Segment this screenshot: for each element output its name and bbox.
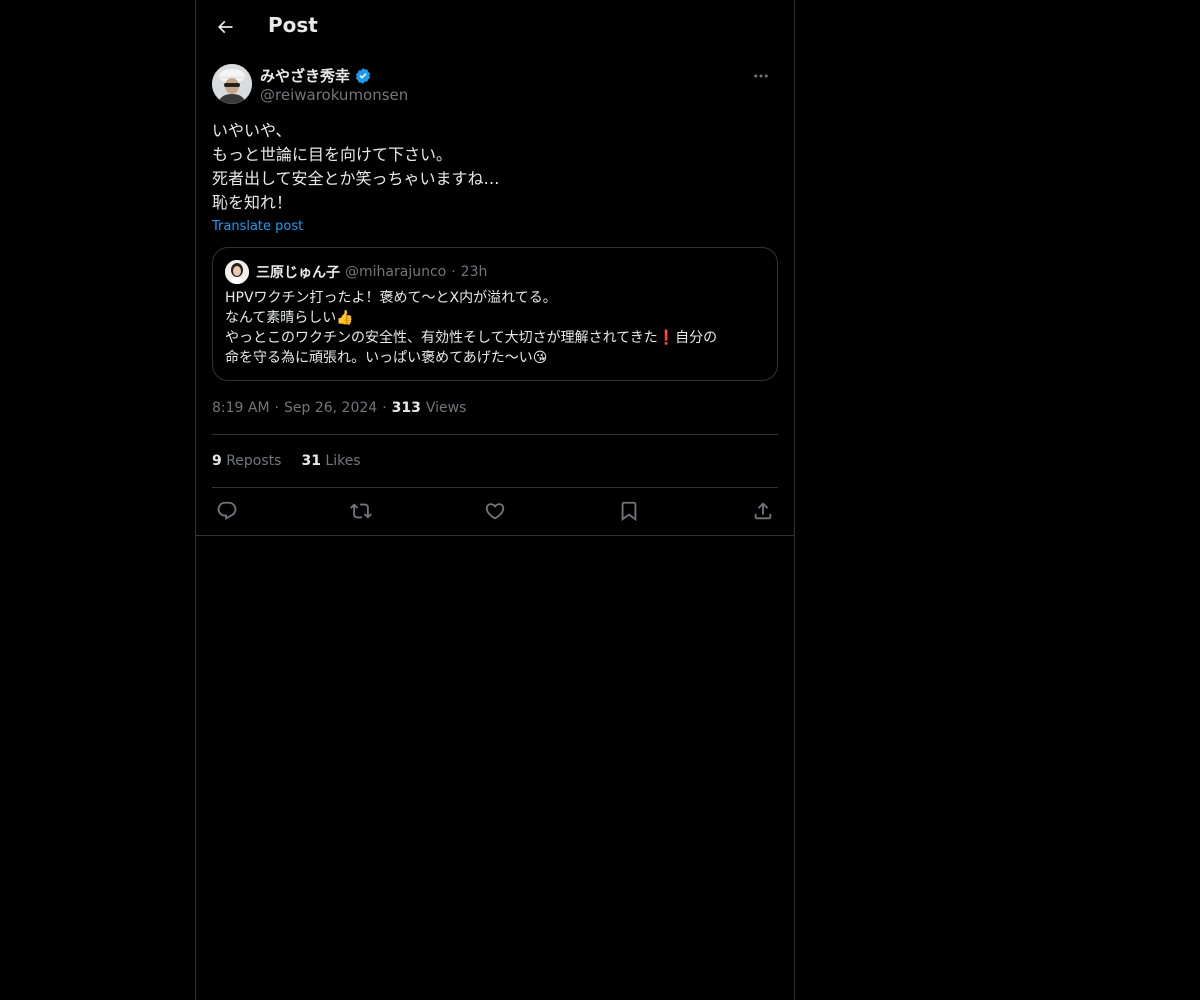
- heart-icon: [484, 500, 506, 522]
- separator-dot: ·: [451, 264, 456, 280]
- views-label: Views: [425, 400, 467, 416]
- author-display-name[interactable]: みやざき秀幸: [260, 65, 350, 86]
- quoted-post-header: 三原じゅん子 @miharajunco · 23h: [225, 260, 487, 284]
- reposts-stat[interactable]: 9 Reposts: [212, 453, 281, 469]
- likes-count: 31: [301, 453, 321, 469]
- post-text-line: もっと世論に目を向けて下さい。: [212, 145, 453, 164]
- quoted-post-time: 23h: [460, 264, 488, 280]
- quoted-text-line: なんて素晴らしい👍: [225, 310, 354, 326]
- author-name-group: みやざき秀幸: [260, 65, 372, 86]
- more-options-button[interactable]: [744, 64, 778, 88]
- author-avatar[interactable]: [212, 64, 252, 104]
- post-text: いやいや、 もっと世論に目を向けて下さい。 死者出して安全とか笑っちゃいますね……: [212, 119, 778, 215]
- author-handle[interactable]: @reiwarokumonsen: [260, 86, 408, 104]
- post-header: Post: [196, 0, 794, 54]
- like-button[interactable]: [480, 496, 510, 526]
- quoted-post-card[interactable]: 三原じゅん子 @miharajunco · 23h HPVワクチン打ったよ！褒め…: [212, 247, 778, 381]
- repost-icon: [350, 500, 372, 522]
- quoted-text-line: 命を守る為に頑張れ。いっぱい褒めてあげた〜い😘: [225, 350, 548, 366]
- separator-dot: ·: [382, 400, 387, 416]
- post-author: みやざき秀幸 @reiwarokumonsen: [212, 64, 778, 106]
- post-text-line: いやいや、: [212, 121, 292, 140]
- bookmark-icon: [618, 500, 640, 522]
- divider: [212, 487, 778, 488]
- post-date[interactable]: Sep 26, 2024: [284, 400, 377, 416]
- back-button[interactable]: [208, 10, 242, 44]
- post-stats: 9 Reposts 31 Likes: [212, 451, 361, 471]
- quoted-author-name[interactable]: 三原じゅん子: [256, 262, 340, 282]
- likes-stat[interactable]: 31 Likes: [301, 453, 360, 469]
- translate-post-link[interactable]: Translate post: [212, 219, 303, 234]
- quoted-author-avatar[interactable]: [225, 260, 249, 284]
- share-icon: [752, 500, 774, 522]
- quoted-author-handle[interactable]: @miharajunco: [345, 264, 446, 280]
- repost-button[interactable]: [346, 496, 376, 526]
- arrow-left-icon: [215, 17, 235, 37]
- more-horizontal-icon: [752, 67, 770, 85]
- share-button[interactable]: [748, 496, 778, 526]
- views-count: 313: [391, 400, 421, 416]
- reply-icon: [216, 500, 238, 522]
- divider: [212, 434, 778, 435]
- divider: [196, 535, 794, 536]
- reposts-label: Reposts: [226, 453, 282, 469]
- quoted-text-line: やっとこのワクチンの安全性、有効性そして大切さが理解されてきた❗️自分の: [225, 330, 718, 346]
- verified-badge-icon: [354, 67, 372, 85]
- page-title: Post: [268, 13, 318, 37]
- post-time[interactable]: 8:19 AM: [212, 400, 270, 416]
- likes-label: Likes: [325, 453, 361, 469]
- post-meta: 8:19 AM · Sep 26, 2024 · 313 Views: [212, 398, 466, 418]
- separator-dot: ·: [274, 400, 279, 416]
- reply-button[interactable]: [212, 496, 242, 526]
- quoted-text-line: HPVワクチン打ったよ！褒めて〜とX内が溢れてる。: [225, 290, 557, 306]
- post-text-line: 恥を知れ！: [212, 193, 293, 212]
- bookmark-button[interactable]: [614, 496, 644, 526]
- post-detail-column: Post みやざき秀幸 @reiwarokumonsen いやいや、 もっと世論…: [195, 0, 795, 1000]
- post-actions: [212, 496, 778, 526]
- post-text-line: 死者出して安全とか笑っちゃいますね…: [212, 169, 500, 188]
- reposts-count: 9: [212, 453, 222, 469]
- quoted-post-text: HPVワクチン打ったよ！褒めて〜とX内が溢れてる。 なんて素晴らしい👍 やっとこ…: [225, 288, 765, 368]
